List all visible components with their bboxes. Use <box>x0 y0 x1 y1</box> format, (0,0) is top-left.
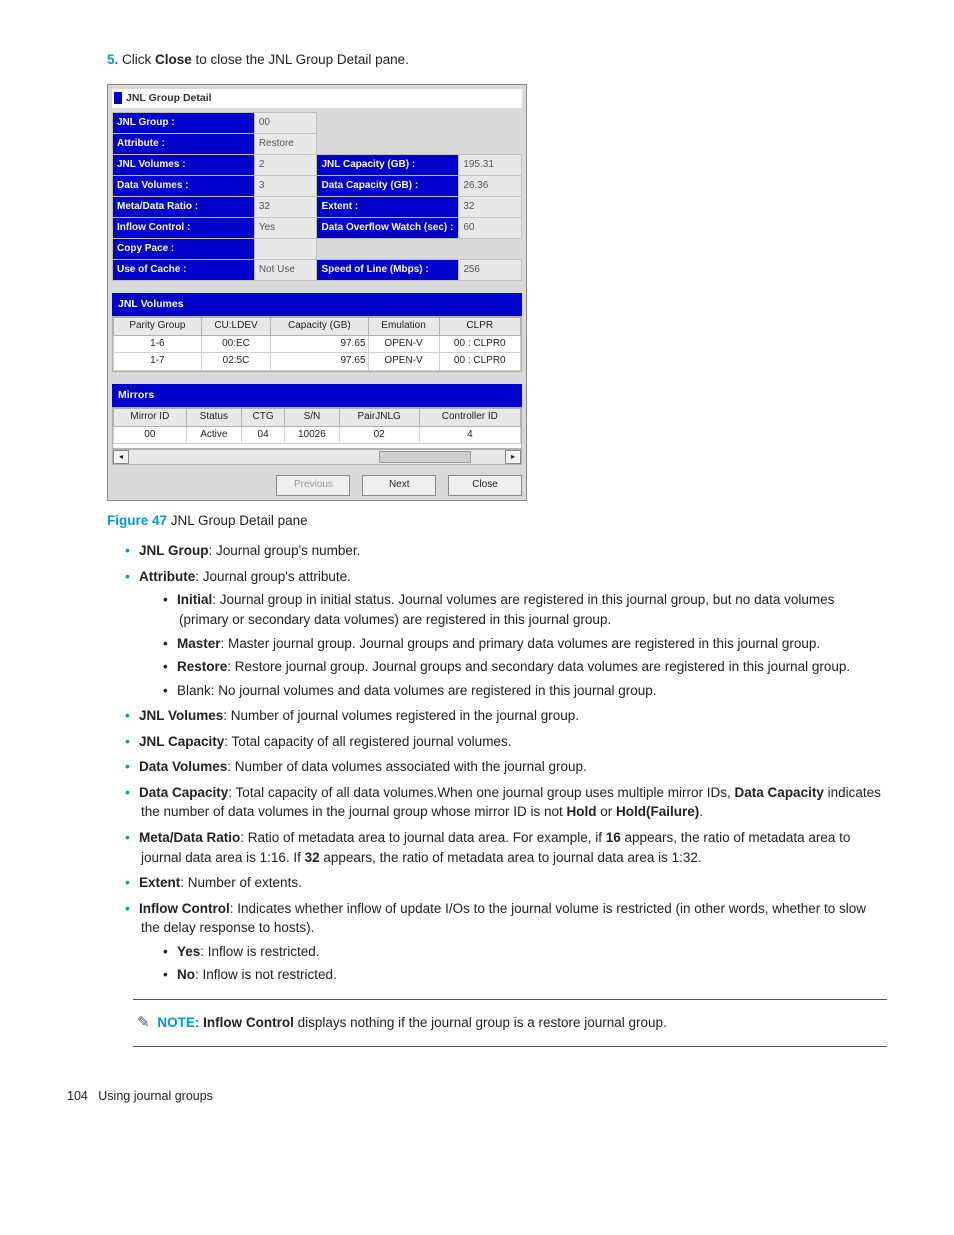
pane-title: JNL Group Detail <box>112 89 522 108</box>
jnl-group-label: JNL Group : <box>113 112 255 133</box>
previous-button[interactable]: Previous <box>276 475 350 496</box>
table-row: 00Active 0410026 024 <box>114 426 521 444</box>
page-footer: 104 Using journal groups <box>67 1087 887 1105</box>
jnl-volumes-table: Parity Group CU:LDEV Capacity (GB) Emula… <box>113 317 521 371</box>
horizontal-scrollbar[interactable]: ◂ ▸ <box>112 449 522 465</box>
scroll-left-icon[interactable]: ◂ <box>113 450 129 464</box>
table-row: 1-702:5C 97.65 OPEN-V00 : CLPR0 <box>114 353 521 371</box>
mirrors-table: Mirror IDStatus CTGS/N PairJNLGControlle… <box>113 408 521 444</box>
close-button[interactable]: Close <box>448 475 522 496</box>
jnl-group-value: 00 <box>254 112 317 133</box>
jnl-group-detail-screenshot: JNL Group Detail JNL Group : 00 Attribut… <box>107 84 527 501</box>
jnl-volumes-header: JNL Volumes <box>112 293 522 316</box>
note-icon: ✎ <box>137 1014 150 1031</box>
step-number: 5. <box>107 52 118 67</box>
step-5: 5. Click Close to close the JNL Group De… <box>107 50 887 70</box>
mirrors-header: Mirrors <box>112 384 522 407</box>
detail-key-value-table: JNL Group : 00 Attribute : Restore JNL V… <box>112 112 522 281</box>
note-box: ✎ NOTE: Inflow Control displays nothing … <box>133 999 887 1047</box>
figure-caption: Figure 47 JNL Group Detail pane <box>107 511 887 531</box>
table-row: 1-600:EC 97.65 OPEN-V00 : CLPR0 <box>114 335 521 353</box>
description-list: JNL Group: Journal group's number. Attri… <box>125 540 887 985</box>
next-button[interactable]: Next <box>362 475 436 496</box>
scroll-right-icon[interactable]: ▸ <box>505 450 521 464</box>
